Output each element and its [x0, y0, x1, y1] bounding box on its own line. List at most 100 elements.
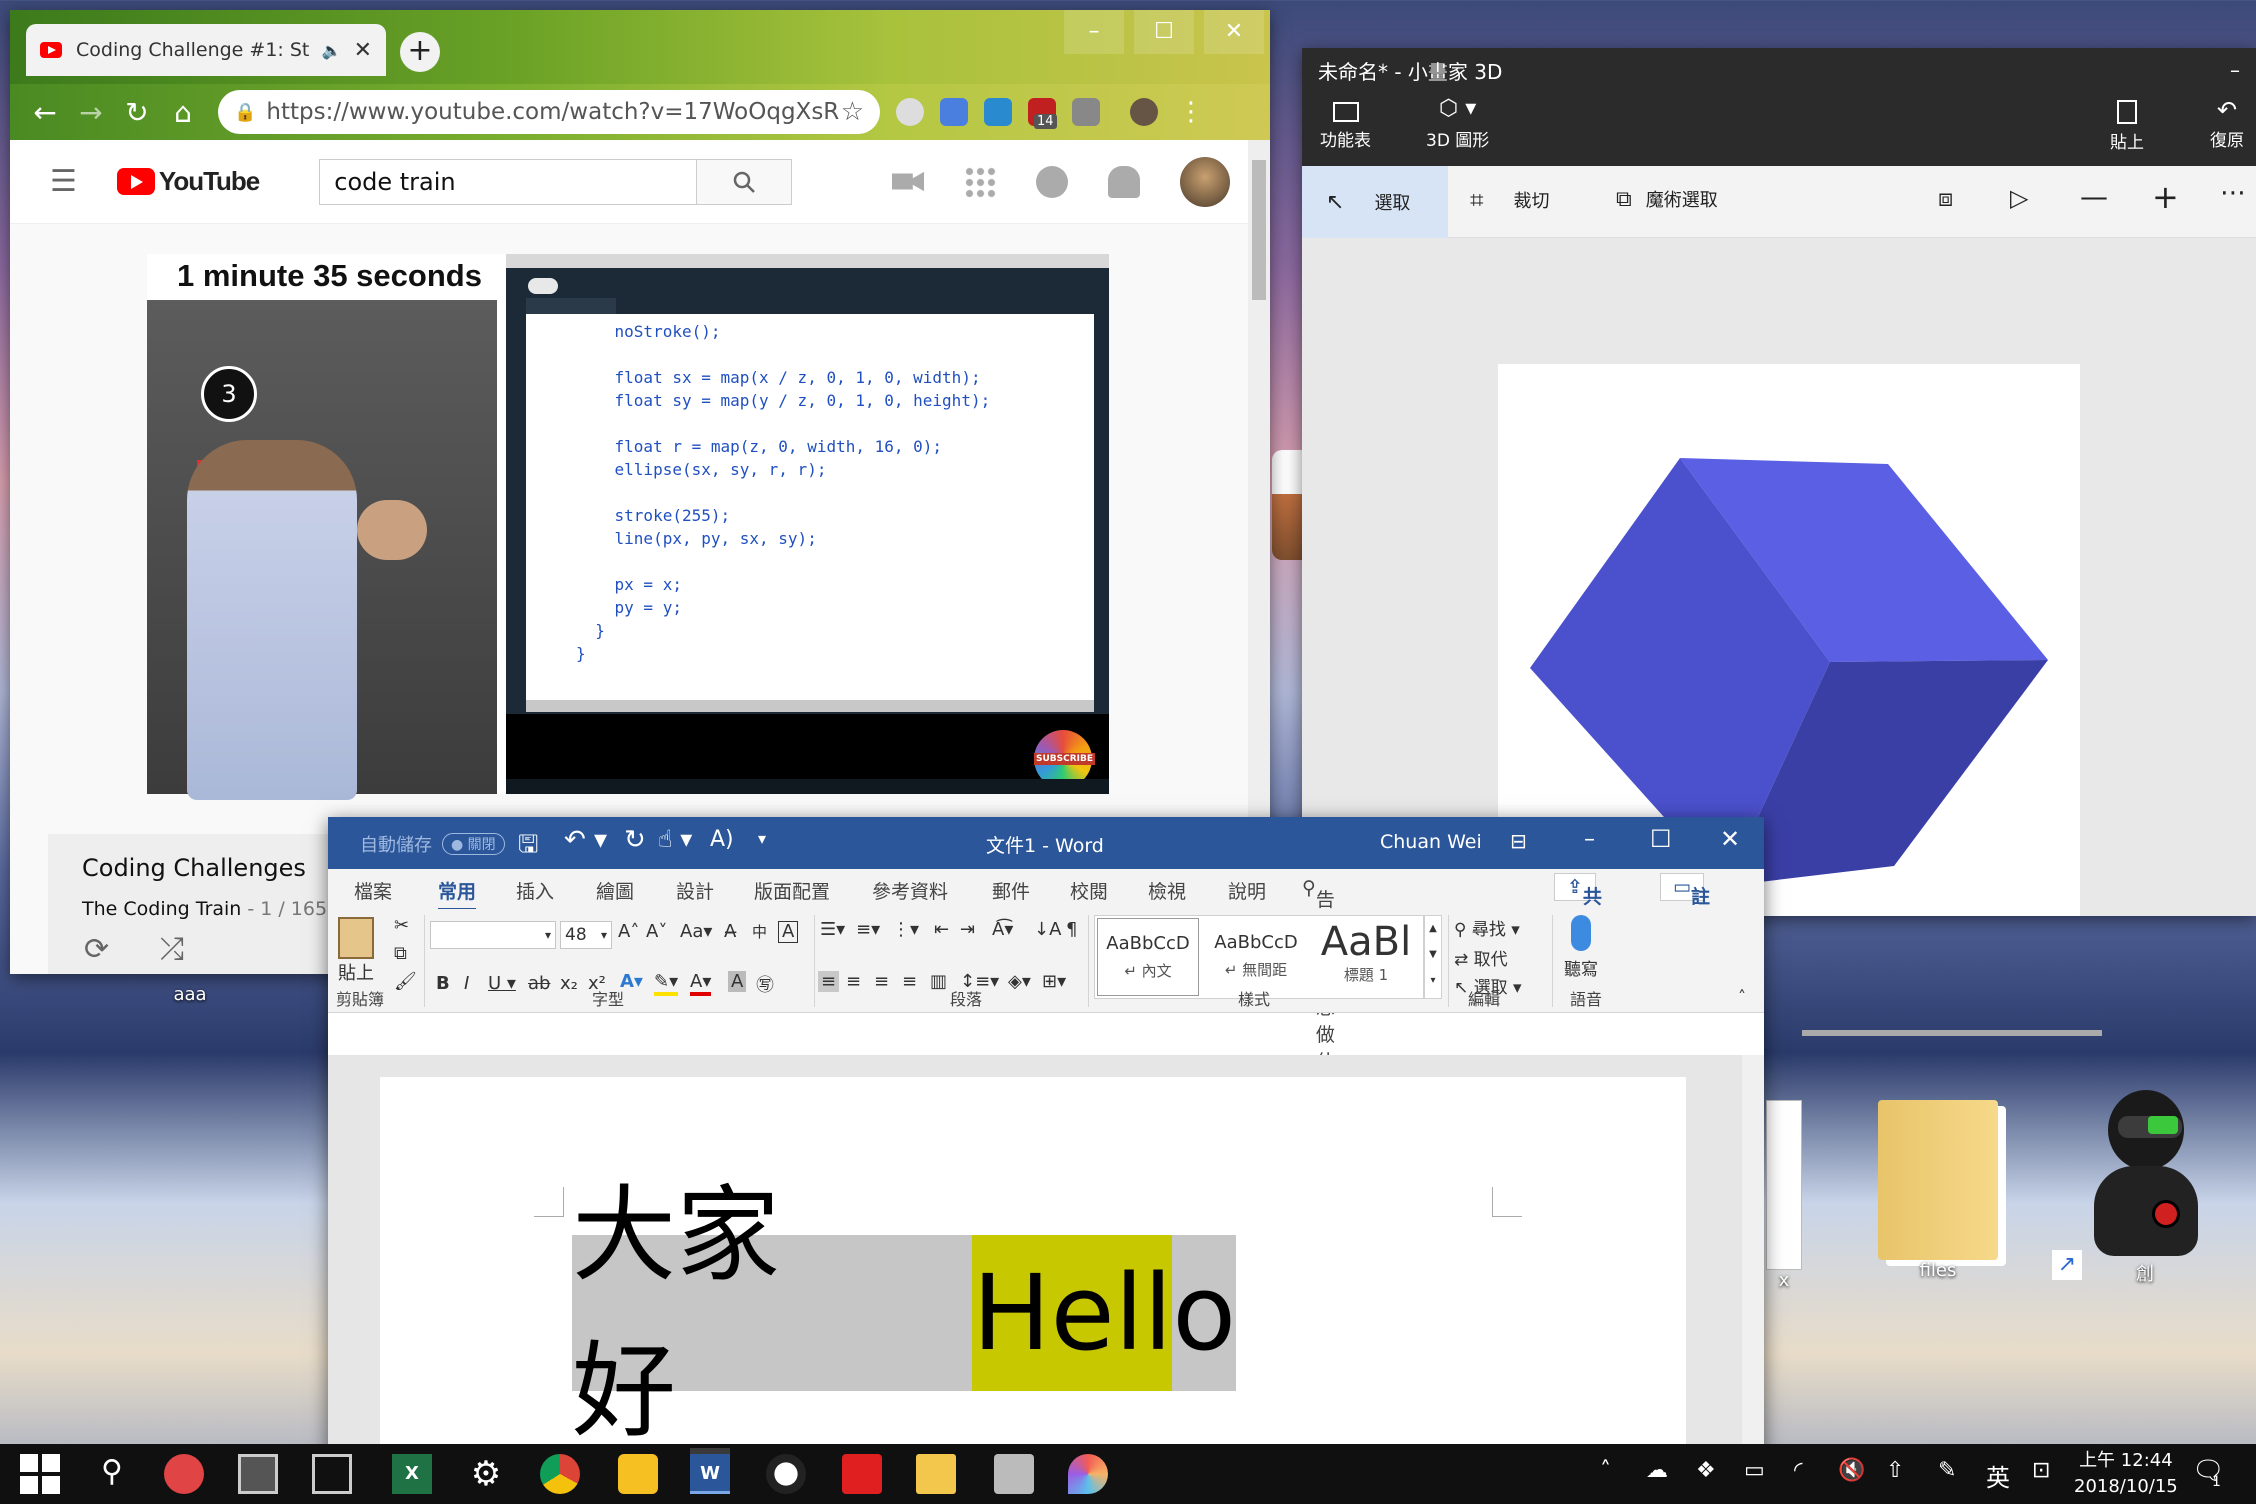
wifi-icon[interactable]: ◜: [1794, 1458, 1803, 1483]
home-icon[interactable]: ⌂: [160, 96, 206, 129]
underline-button[interactable]: U ▾: [488, 973, 516, 994]
maximize-button[interactable]: ☐: [1134, 10, 1194, 54]
chrome-tab[interactable]: Coding Challenge #1: Starf 🔈 ✕: [26, 24, 386, 76]
minimize-button[interactable]: –: [1064, 10, 1124, 54]
tab-mailings[interactable]: 郵件: [992, 877, 1030, 904]
file-explorer-icon[interactable]: [916, 1454, 956, 1494]
search-icon[interactable]: ⚲: [92, 1454, 132, 1494]
pen-icon[interactable]: ✎: [1938, 1458, 1956, 1483]
tab-view[interactable]: 檢視: [1148, 877, 1186, 904]
customize-toolbar-icon[interactable]: ▾: [758, 829, 766, 848]
playlist-title[interactable]: Coding Challenges: [82, 854, 306, 882]
maximize-button[interactable]: ☐: [1650, 825, 1672, 853]
more-options-icon[interactable]: ⋯: [2220, 178, 2246, 208]
speaker-icon[interactable]: 🔈: [322, 41, 342, 60]
menu-button[interactable]: 功能表: [1320, 96, 1371, 151]
comments-button[interactable]: ▭ 註解: [1660, 873, 1710, 935]
ribbon-display-options-icon[interactable]: ⊟: [1510, 829, 1527, 853]
change-case-icon[interactable]: Aa▾: [680, 921, 712, 942]
phonetic-guide-icon[interactable]: 中: [752, 921, 767, 942]
paint3d-taskbar-icon[interactable]: [1068, 1454, 1108, 1494]
3d-view-icon[interactable]: ⧈: [1938, 184, 1953, 212]
close-button[interactable]: ✕: [1204, 10, 1264, 54]
shading-button[interactable]: ◈▾: [1008, 971, 1031, 992]
dropbox-icon[interactable]: ❖: [1696, 1458, 1716, 1483]
styles-scroll[interactable]: ▲ ▼ ▾: [1424, 915, 1442, 999]
calculator-icon[interactable]: [238, 1454, 278, 1494]
tab-close-icon[interactable]: ✕: [354, 38, 372, 63]
show-marks-button[interactable]: ¶: [1066, 919, 1077, 940]
minimize-button[interactable]: –: [2230, 58, 2240, 82]
extension-badge-icon[interactable]: 14: [1028, 98, 1057, 129]
reload-icon[interactable]: ↻: [114, 96, 160, 129]
vertical-scrollbar[interactable]: [1742, 1055, 1764, 1490]
decrease-indent-button[interactable]: ⇤: [934, 919, 949, 940]
settings-gear-icon[interactable]: ⚙: [466, 1454, 506, 1494]
chrome-menu-icon[interactable]: ⋮: [1178, 97, 1204, 127]
replace-button[interactable]: ⇄ 取代: [1454, 945, 1508, 970]
contact-app-icon[interactable]: [994, 1454, 1034, 1494]
shrink-font-icon[interactable]: A˅: [646, 921, 667, 942]
bookmark-star-icon[interactable]: ☆: [841, 97, 864, 127]
highlight-color-button[interactable]: ✎▾: [654, 971, 679, 996]
undo-icon[interactable]: ↶ ▾: [564, 825, 607, 855]
desktop-icon-files[interactable]: files: [1868, 1100, 2008, 1281]
whiteboard-icon[interactable]: [312, 1454, 352, 1494]
bold-button[interactable]: B: [436, 973, 450, 994]
desktop-icon-ninja[interactable]: 創: [2080, 1090, 2210, 1286]
increase-indent-button[interactable]: ⇥: [960, 919, 975, 940]
profile-avatar[interactable]: [1130, 98, 1158, 126]
search-button[interactable]: [697, 158, 792, 205]
style-heading1[interactable]: AaBl 標題 1: [1313, 918, 1419, 996]
dictate-button[interactable]: 聽寫: [1564, 915, 1598, 980]
playlist-channel[interactable]: The Coding Train: [82, 898, 241, 920]
font-name-select[interactable]: ▾: [430, 921, 556, 949]
page-scrollbar[interactable]: [1252, 160, 1266, 300]
numbering-button[interactable]: ≡▾: [856, 919, 880, 940]
character-shading-button[interactable]: A: [728, 971, 747, 992]
align-center-button[interactable]: ≡: [846, 971, 861, 992]
tab-design[interactable]: 設計: [676, 877, 714, 904]
back-icon[interactable]: ←: [22, 96, 68, 129]
format-painter-icon[interactable]: 🖌: [394, 971, 417, 992]
excel-icon[interactable]: X: [392, 1454, 432, 1494]
italic-button[interactable]: I: [464, 973, 469, 994]
input-method-indicator[interactable]: 英: [1986, 1458, 2010, 1493]
enclose-characters-button[interactable]: ㊢: [756, 971, 774, 997]
bullets-button[interactable]: ☰▾: [820, 919, 845, 940]
volume-muted-icon[interactable]: 🔇: [1838, 1458, 1865, 1483]
address-bar[interactable]: 🔒 https://www.youtube.com/watch?v=17WoOq…: [218, 90, 880, 134]
close-button[interactable]: ✕: [1720, 825, 1740, 853]
apps-grid-icon[interactable]: [964, 165, 996, 198]
tab-home[interactable]: 常用: [438, 877, 477, 911]
ime-mode-icon[interactable]: ⊡: [2032, 1458, 2050, 1483]
extension-icon-1[interactable]: [896, 98, 924, 126]
new-tab-button[interactable]: +: [400, 32, 440, 72]
crop-tool[interactable]: ⌗ 裁切: [1470, 186, 1550, 214]
copy-icon[interactable]: ⧉: [394, 943, 407, 964]
loop-playlist-icon[interactable]: ⟳: [84, 932, 109, 967]
tab-file[interactable]: 檔案: [354, 877, 392, 904]
tab-draw[interactable]: 繪圖: [596, 877, 634, 904]
hamburger-menu-icon[interactable]: ☰: [50, 164, 77, 199]
video-player[interactable]: 1 minute 35 seconds 3 noStroke(); float …: [147, 254, 1109, 800]
keep-bulb-icon[interactable]: [618, 1454, 658, 1494]
magic-select-tool[interactable]: ⧉ 魔術選取: [1616, 186, 1718, 212]
justify-button[interactable]: ≡: [902, 971, 917, 992]
subscript-button[interactable]: x₂: [560, 973, 578, 994]
read-aloud-icon[interactable]: A): [710, 827, 734, 852]
extension-translate-icon[interactable]: [940, 98, 968, 126]
style-no-spacing[interactable]: AaBbCcD ↵ 無間距: [1203, 918, 1309, 996]
acrobat-icon[interactable]: [842, 1454, 882, 1494]
find-button[interactable]: ⚲ 尋找 ▾: [1454, 915, 1520, 940]
tab-review[interactable]: 校閱: [1070, 877, 1108, 904]
tab-help[interactable]: 說明: [1228, 877, 1266, 904]
upload-cloud-icon[interactable]: ⇧: [1886, 1458, 1904, 1483]
youtube-search-input[interactable]: code train: [319, 158, 698, 205]
forward-icon[interactable]: →: [68, 96, 114, 129]
touch-mode-icon[interactable]: ☝ ▾: [658, 825, 692, 853]
font-size-select[interactable]: 48 ▾: [560, 921, 612, 949]
align-left-button[interactable]: ≡: [818, 971, 840, 992]
messages-icon[interactable]: [1036, 165, 1068, 198]
extension-bulb-icon[interactable]: [1072, 98, 1100, 126]
